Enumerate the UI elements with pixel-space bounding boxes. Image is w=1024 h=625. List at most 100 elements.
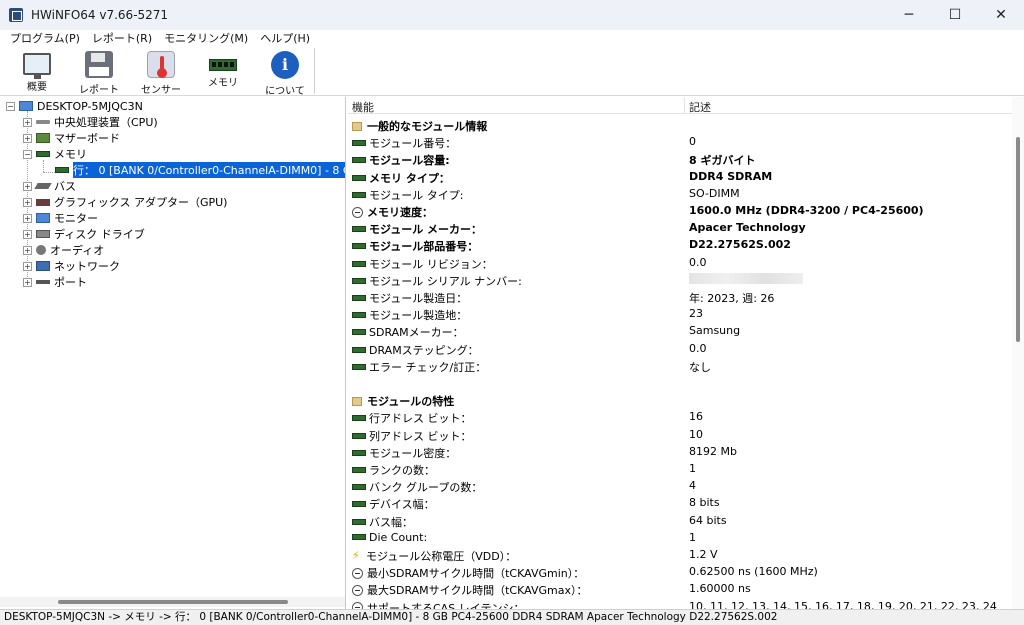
detail-row[interactable]: Die Count: 1 [348,529,1012,546]
memory-module-icon [352,501,366,508]
column-header-description[interactable]: 記述 [689,99,711,115]
detail-row[interactable]: 最小SDRAMサイクル時間（tCKAVGmin）： 0.62500 ns (160… [348,563,1012,580]
memory-module-icon [352,518,366,525]
detail-row[interactable]: 行アドレス ビット： 16 [348,408,1012,425]
detail-row[interactable]: SDRAMメーカー： Samsung [348,322,1012,339]
tree-item-disk[interactable]: + ディスク ドライブ [23,226,145,242]
tree-item-port[interactable]: + ポート [23,274,87,290]
detail-row[interactable]: モジュール密度： 8192 Mb [348,443,1012,460]
section-header[interactable]: 一般的なモジュール情報 [348,116,1012,133]
scrollbar-thumb[interactable] [58,600,288,604]
detail-row[interactable]: デバイス幅： 8 bits [348,494,1012,511]
memory-module-icon [352,140,366,147]
expand-icon[interactable]: + [23,229,32,239]
details-panel: 機能 記述 一般的なモジュール情報 モジュール番号： 0 モジュール容量: 8 ギガバイ… [348,97,1024,609]
detail-row[interactable]: ランクの数： 1 [348,460,1012,477]
close-button[interactable]: ✕ [978,0,1024,30]
tree-item-motherboard[interactable]: + マザーボード [23,130,120,146]
minimize-button[interactable]: ─ [886,0,932,30]
detail-name-cell: バンク グループの数： [352,479,482,495]
detail-row[interactable]: モジュール シリアル ナンバー: [348,271,1012,288]
detail-value-cell: 0.0 [689,341,707,355]
expand-icon[interactable]: + [23,261,32,271]
detail-row[interactable]: メモリ速度： 1600.0 MHz (DDR4-3200 / PC4-25600) [348,202,1012,219]
detail-value-cell: 10, 11, 12, 13, 14, 15, 16, 17, 18, 19, … [689,599,997,609]
tree-item-memory[interactable]: − メモリ [23,146,87,162]
memory-module-icon [352,363,366,370]
memory-module-icon [352,432,366,439]
memory-module-icon [209,59,237,71]
report-button[interactable]: レポート [68,46,130,96]
menu-help[interactable]: ヘルプ(H) [254,30,316,46]
tree-item-network[interactable]: + ネットワーク [23,258,120,274]
tree-horizontal-scrollbar[interactable] [0,597,345,607]
summary-button[interactable]: 概要 [6,46,68,96]
detail-row[interactable]: モジュール容量: 8 ギガバイト [348,150,1012,167]
detail-value-cell: 8 bits [689,496,720,510]
detail-value-cell: DDR4 SDRAM [689,169,773,183]
menu-monitoring[interactable]: モニタリング(M) [158,30,254,46]
detail-row[interactable]: モジュール リビジョン： 0.0 [348,254,1012,271]
expand-icon[interactable]: + [23,181,32,191]
scrollbar-thumb[interactable] [1016,137,1020,342]
detail-row[interactable]: サポートするCAS レイテンシ： 10, 11, 12, 13, 14, 15, … [348,598,1012,609]
detail-name-cell: モジュール製造地： [352,307,467,323]
expand-icon[interactable]: + [23,117,32,127]
details-vertical-scrollbar[interactable] [1012,97,1024,609]
detail-row[interactable]: ⚡ モジュール公称電圧（VDD）： 1.2 V [348,546,1012,563]
spacer-row [348,374,1012,391]
sensors-button[interactable]: センサー [130,46,192,96]
expand-icon[interactable]: + [23,277,32,287]
detail-value-cell: 0 [689,135,696,149]
detail-name-cell: 最小SDRAMサイクル時間（tCKAVGmin）： [352,565,584,581]
tree-item-monitor[interactable]: + モニター [23,210,98,226]
collapse-icon[interactable]: − [23,149,32,159]
tree-item-cpu[interactable]: + 中央処理装置（CPU) [23,114,158,130]
tree-item-bus[interactable]: + バス [23,178,76,194]
expand-icon[interactable]: + [23,213,32,223]
tree-selected-label: 行： 0 [BANK 0/Controller0-ChannelA-DIMM0]… [73,162,345,178]
memory-module-icon [352,346,366,353]
expand-icon[interactable]: + [23,197,32,207]
detail-row[interactable]: DRAMステッピング： 0.0 [348,340,1012,357]
tree-item-label: モニター [54,212,98,225]
tree-item-memory-module[interactable]: 行： 0 [BANK 0/Controller0-ChannelA-DIMM0]… [55,162,345,178]
detail-name-label: モジュールの特性 [367,395,455,409]
detail-row[interactable]: 列アドレス ビット： 10 [348,426,1012,443]
detail-name-label: バンク グループの数： [369,481,483,495]
memory-button[interactable]: メモリ [192,46,254,96]
column-divider[interactable] [684,97,685,114]
detail-name-label: サポートするCAS レイテンシ： [367,601,525,609]
detail-row[interactable]: モジュール製造日： 年: 2023, 週: 26 [348,288,1012,305]
detail-name-label: SDRAMメーカー： [369,326,464,340]
detail-row[interactable]: 最大SDRAMサイクル時間（tCKAVGmax）： 1.60000 ns [348,580,1012,597]
detail-row[interactable]: モジュール番号： 0 [348,133,1012,150]
detail-row[interactable]: モジュール部品番号： D22.27562S.002 [348,236,1012,253]
app-icon [9,8,23,22]
detail-row[interactable]: メモリ タイプ： DDR4 SDRAM [348,168,1012,185]
detail-row[interactable]: モジュール タイプ: SO-DIMM [348,185,1012,202]
detail-row[interactable]: エラー チェック/訂正： なし [348,357,1012,374]
tree-item-gpu[interactable]: + グラフィックス アダプター（GPU) [23,194,227,210]
section-header[interactable]: モジュールの特性 [348,391,1012,408]
detail-value-cell: 0.62500 ns (1600 MHz) [689,565,818,579]
detail-value-cell: 1 [689,530,696,544]
expand-icon[interactable]: + [23,133,32,143]
detail-row[interactable]: モジュール製造地： 23 [348,305,1012,322]
maximize-button[interactable]: ☐ [932,0,978,30]
detail-row[interactable]: バンク グループの数： 4 [348,477,1012,494]
menu-program[interactable]: プログラム(P) [4,30,86,46]
about-button[interactable]: i について [254,46,316,97]
collapse-icon[interactable]: − [6,101,15,111]
menu-report[interactable]: レポート(R) [86,30,158,46]
disk-icon [36,230,50,238]
detail-row[interactable]: バス幅： 64 bits [348,512,1012,529]
detail-name-cell: サポートするCAS レイテンシ： [352,600,524,609]
monitor-icon [23,53,51,79]
column-header-feature[interactable]: 機能 [352,99,374,115]
tree-item-audio[interactable]: + オーディオ [23,242,104,258]
tree-root[interactable]: − DESKTOP-5MJQC3N [6,98,143,114]
memory-module-icon [352,415,366,422]
expand-icon[interactable]: + [23,245,32,255]
detail-row[interactable]: モジュール メーカー： Apacer Technology [348,219,1012,236]
